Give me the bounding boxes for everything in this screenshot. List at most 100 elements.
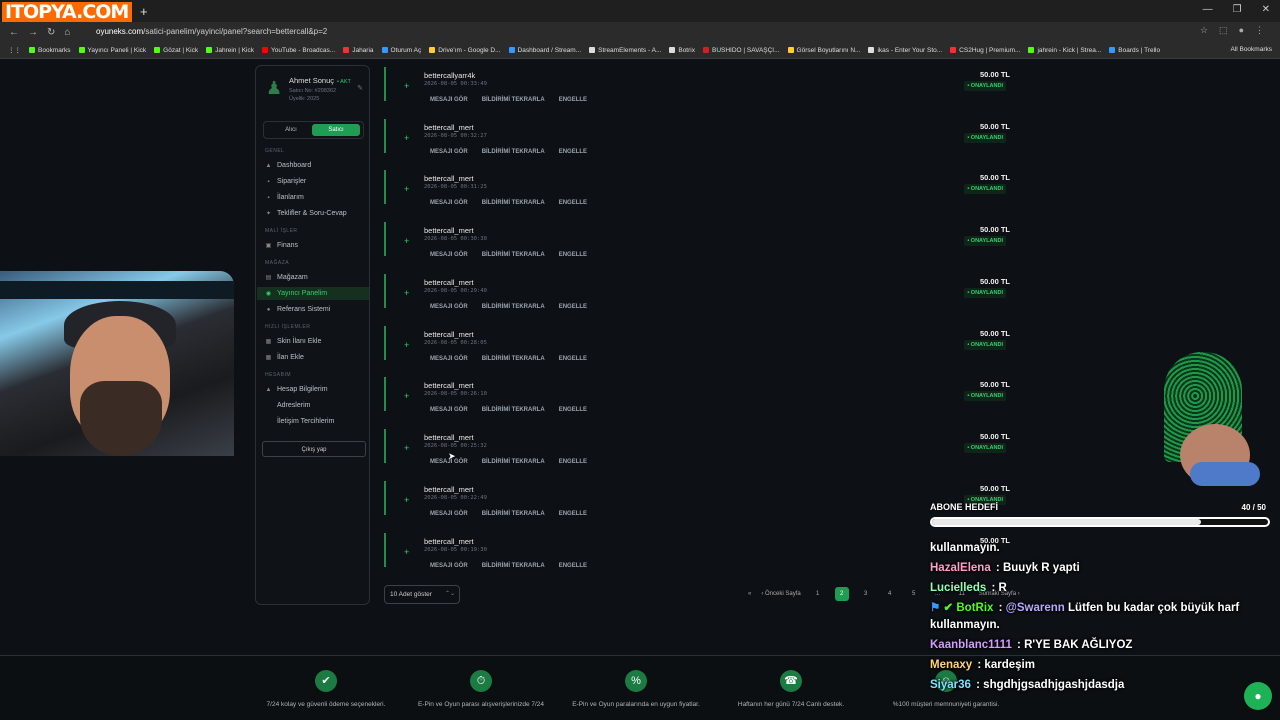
bookmark-item[interactable]: Oturum Aç <box>381 47 421 54</box>
repeat-notification-button[interactable]: BİLDİRİMİ TEKRARLA <box>482 149 545 155</box>
block-button[interactable]: ENGELLE <box>559 252 587 258</box>
repeat-notification-button[interactable]: BİLDİRİMİ TEKRARLA <box>482 459 545 465</box>
bookmark-item[interactable]: Jaharia <box>343 47 374 54</box>
view-message-button[interactable]: MESAJI GÖR <box>430 356 468 362</box>
back-icon[interactable]: ← <box>9 27 19 38</box>
block-button[interactable]: ENGELLE <box>559 407 587 413</box>
url-input[interactable]: oyuneks.com/satici-panelim/yayinci/panel… <box>84 25 1124 39</box>
chat-username: Siyar36 <box>930 679 971 691</box>
home-icon[interactable]: ⌂ <box>64 27 70 38</box>
bookmark-item[interactable]: Gözat | Kick <box>154 47 198 54</box>
view-message-button[interactable]: MESAJI GÖR <box>430 97 468 103</box>
all-bookmarks[interactable]: All Bookmarks <box>1230 46 1272 53</box>
minimize-icon[interactable]: — <box>1203 4 1213 15</box>
sidebar-item-offers[interactable]: ✦ Teklifler & Soru-Cevap <box>265 207 369 220</box>
sidebar-item-listings[interactable]: ▪ İlanlarım <box>265 191 369 204</box>
expand-plus-icon[interactable]: + <box>404 184 409 194</box>
sidebar-item-contact-prefs[interactable]: İletişim Tercihlerim <box>265 415 369 428</box>
bookmark-item[interactable]: Görsel Boyutlarını N... <box>787 47 860 54</box>
bookmark-item[interactable]: YouTube - Broadcas... <box>262 47 335 54</box>
view-message-button[interactable]: MESAJI GÖR <box>430 304 468 310</box>
bookmark-item[interactable]: CS2Hug | Premium... <box>950 47 1020 54</box>
menu-icon[interactable]: ⋮ <box>1255 25 1264 36</box>
bookmark-item[interactable]: Drive'ım - Google D... <box>429 47 501 54</box>
sidebar-item-finance[interactable]: ▣ Finans <box>265 239 369 252</box>
expand-plus-icon[interactable]: + <box>404 288 409 298</box>
per-page-select[interactable]: 10 Adet göster ⌃⌄ <box>384 585 460 604</box>
webcam-background-shelf <box>0 281 234 299</box>
maximize-icon[interactable]: ❐ <box>1233 4 1242 15</box>
bookmark-item[interactable]: ikas - Enter Your Sto... <box>868 47 942 54</box>
block-button[interactable]: ENGELLE <box>559 459 587 465</box>
block-button[interactable]: ENGELLE <box>559 356 587 362</box>
bookmark-item[interactable]: StreamElements - A... <box>589 47 661 54</box>
block-button[interactable]: ENGELLE <box>559 149 587 155</box>
close-icon[interactable]: ✕ <box>1262 4 1270 15</box>
page-button[interactable]: 5 <box>907 587 921 601</box>
logout-button[interactable]: Çıkış yap <box>262 441 366 457</box>
view-message-button[interactable]: MESAJI GÖR <box>430 200 468 206</box>
live-chat-button[interactable]: ● <box>1244 682 1272 710</box>
bookmark-item[interactable]: jahrein - Kick | Strea... <box>1028 47 1101 54</box>
buyer-toggle-button[interactable]: Alıcı <box>267 124 315 136</box>
block-button[interactable]: ENGELLE <box>559 563 587 569</box>
block-button[interactable]: ENGELLE <box>559 511 587 517</box>
sidebar-item-add-listing[interactable]: ▦ İlan Ekle <box>265 351 369 364</box>
expand-plus-icon[interactable]: + <box>404 81 409 91</box>
repeat-notification-button[interactable]: BİLDİRİMİ TEKRARLA <box>482 563 545 569</box>
page-button-current[interactable]: 2 <box>834 587 849 601</box>
bookmark-item[interactable]: Boards | Trello <box>1109 47 1160 54</box>
repeat-notification-button[interactable]: BİLDİRİMİ TEKRARLA <box>482 511 545 517</box>
bookmark-item[interactable]: Jahrein | Kick <box>206 47 254 54</box>
expand-plus-icon[interactable]: + <box>404 391 409 401</box>
sidebar-item-streamer-panel[interactable]: ◉ Yayıncı Panelim <box>257 287 369 300</box>
apps-icon[interactable]: ⋮⋮ <box>8 46 21 54</box>
block-button[interactable]: ENGELLE <box>559 97 587 103</box>
bookmark-item[interactable]: Bookmarks <box>29 47 71 54</box>
repeat-notification-button[interactable]: BİLDİRİMİ TEKRARLA <box>482 97 545 103</box>
reload-icon[interactable]: ↻ <box>47 27 55 38</box>
view-message-button[interactable]: MESAJI GÖR <box>430 252 468 258</box>
sidebar-item-account[interactable]: ▲ Hesap Bilgilerim <box>265 383 369 396</box>
tab-logo[interactable]: ITOPYA.COM <box>2 2 132 22</box>
expand-plus-icon[interactable]: + <box>404 340 409 350</box>
repeat-notification-button[interactable]: BİLDİRİMİ TEKRARLA <box>482 304 545 310</box>
view-message-button[interactable]: MESAJI GÖR <box>430 407 468 413</box>
sidebar-item-add-skin[interactable]: ▦ Skin İlanı Ekle <box>265 335 369 348</box>
view-message-button[interactable]: MESAJI GÖR <box>430 511 468 517</box>
prev-page-button[interactable]: ‹ Önceki Sayfa <box>761 591 800 597</box>
expand-plus-icon[interactable]: + <box>404 133 409 143</box>
expand-plus-icon[interactable]: + <box>404 495 409 505</box>
repeat-notification-button[interactable]: BİLDİRİMİ TEKRARLA <box>482 252 545 258</box>
bookmark-item[interactable]: Botrix <box>669 47 695 54</box>
seller-toggle-button[interactable]: Satıcı <box>312 124 360 136</box>
repeat-notification-button[interactable]: BİLDİRİMİ TEKRARLA <box>482 356 545 362</box>
sidebar-item-addresses[interactable]: Adreslerim <box>265 399 369 412</box>
bookmark-item[interactable]: Dashboard / Stream... <box>508 47 581 54</box>
profile-icon[interactable]: ● <box>1239 25 1244 36</box>
sidebar-item-referral[interactable]: ● Referans Sistemi <box>265 303 369 316</box>
page-button[interactable]: 4 <box>883 587 897 601</box>
sidebar-item-orders[interactable]: ▪ Siparişler <box>265 175 369 188</box>
edit-pencil-icon[interactable]: ✎ <box>357 84 363 92</box>
bookmark-item[interactable]: Yayıncı Paneli | Kick <box>78 47 146 54</box>
sidebar-item-store[interactable]: ▤ Mağazam <box>265 271 369 284</box>
expand-plus-icon[interactable]: + <box>404 443 409 453</box>
bookmark-item[interactable]: BUSHIDO | SAVAŞÇI... <box>702 47 780 54</box>
repeat-notification-button[interactable]: BİLDİRİMİ TEKRARLA <box>482 200 545 206</box>
repeat-notification-button[interactable]: BİLDİRİMİ TEKRARLA <box>482 407 545 413</box>
new-tab-button[interactable]: + <box>140 4 148 19</box>
first-page-button[interactable]: « <box>748 591 751 597</box>
sidebar-item-dashboard[interactable]: ▲ Dashboard <box>265 159 369 172</box>
star-icon[interactable]: ☆ <box>1200 25 1208 36</box>
view-message-button[interactable]: MESAJI GÖR <box>430 563 468 569</box>
page-button[interactable]: 3 <box>859 587 873 601</box>
expand-plus-icon[interactable]: + <box>404 236 409 246</box>
block-button[interactable]: ENGELLE <box>559 304 587 310</box>
extension-icon[interactable]: ⬚ <box>1219 25 1228 36</box>
forward-icon[interactable]: → <box>28 27 38 38</box>
expand-plus-icon[interactable]: + <box>404 547 409 557</box>
block-button[interactable]: ENGELLE <box>559 200 587 206</box>
page-button[interactable]: 1 <box>811 587 825 601</box>
view-message-button[interactable]: MESAJI GÖR <box>430 149 468 155</box>
